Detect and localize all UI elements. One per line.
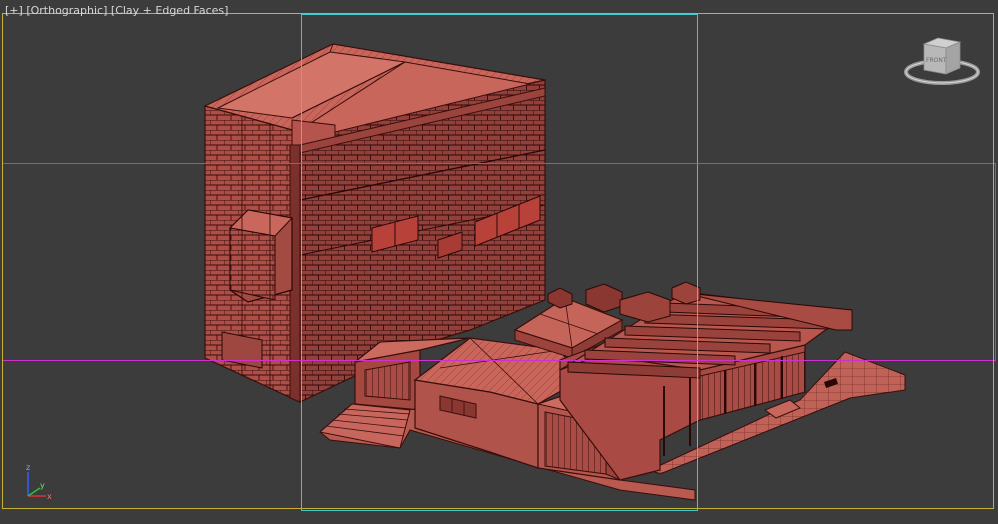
viewport-point-of-view-menu[interactable]: [Orthographic] — [26, 4, 107, 17]
axis-y-label: y — [40, 481, 45, 490]
axis-tripod-icon: z x y — [26, 463, 52, 501]
viewcube-icon[interactable]: FRONT — [902, 36, 982, 90]
entrance-steps — [318, 403, 411, 449]
scene-canvas[interactable] — [0, 0, 998, 524]
viewport-general-menu[interactable]: [+] — [5, 4, 23, 17]
viewport-shading-menu[interactable]: [Clay + Edged Faces] — [111, 4, 229, 17]
viewcube-face-label: FRONT — [926, 57, 947, 64]
viewcube-right-face[interactable] — [945, 41, 961, 75]
viewport-orthographic[interactable]: [+] [Orthographic] [Clay + Edged Faces] … — [0, 0, 998, 524]
axis-z-label: z — [26, 463, 30, 472]
axis-x-label: x — [47, 492, 52, 501]
viewport-label-menu[interactable]: [+] [Orthographic] [Clay + Edged Faces] — [5, 4, 228, 17]
